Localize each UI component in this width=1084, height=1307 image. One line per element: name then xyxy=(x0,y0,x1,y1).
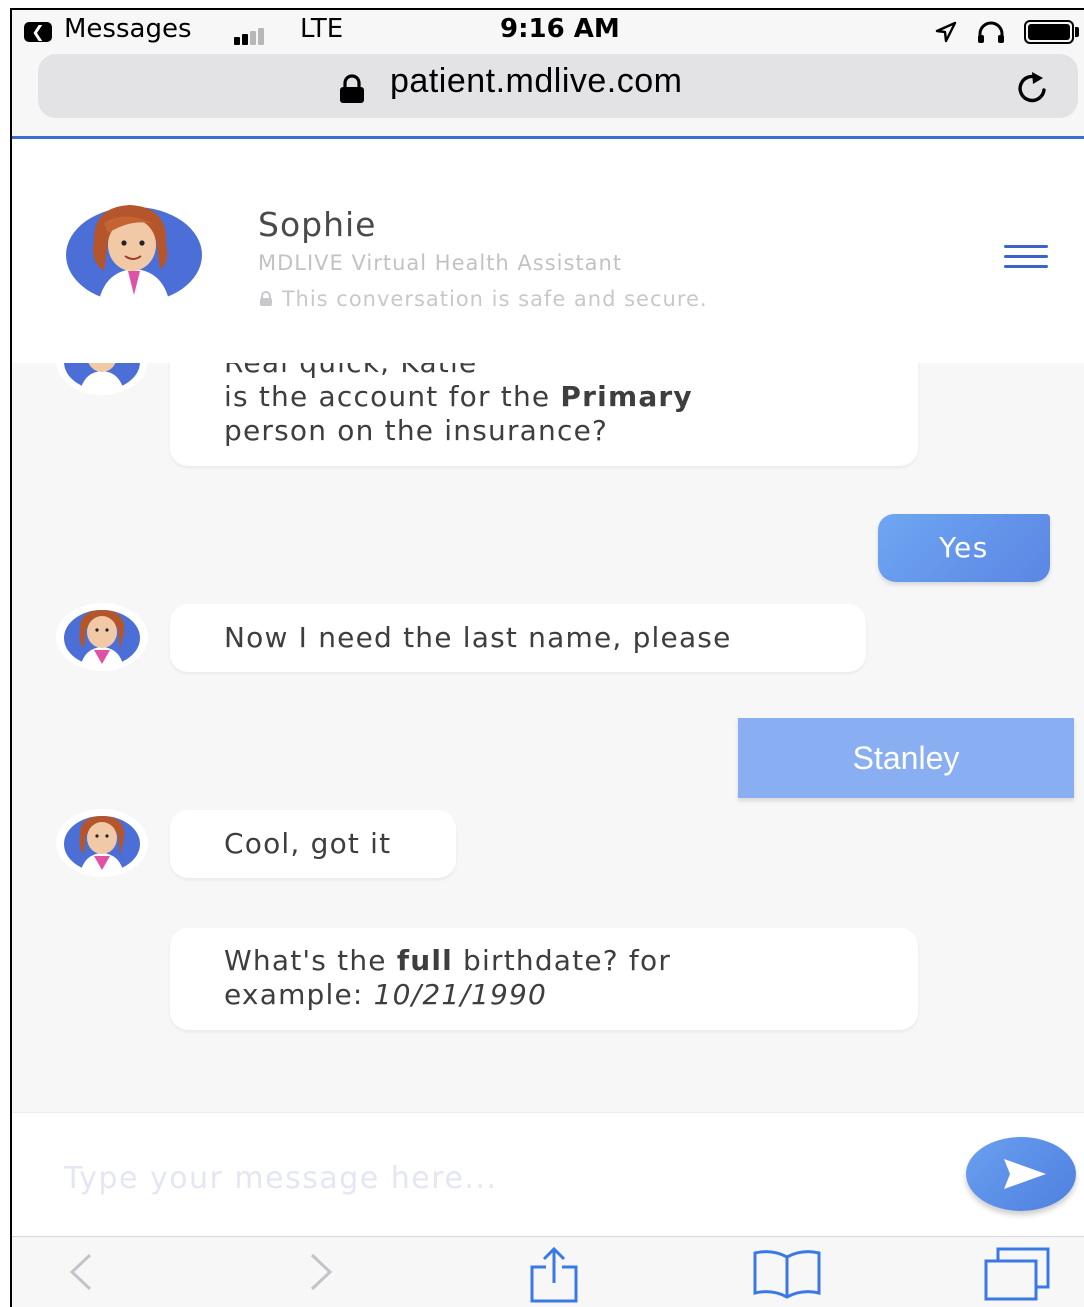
message-line: What's the full birthdate? for xyxy=(224,944,918,978)
lock-icon xyxy=(340,74,364,103)
user-message: Yes xyxy=(878,514,1050,582)
message-text: What's the xyxy=(224,944,397,977)
headphones-icon xyxy=(978,21,1004,43)
status-bar: ❮ Messages LTE 9:16 AM xyxy=(12,10,1084,50)
forward-icon[interactable] xyxy=(304,1247,338,1297)
assistant-role: MDLIVE Virtual Health Assistant xyxy=(258,251,623,275)
message-bold-text: full xyxy=(396,944,453,977)
address-bar[interactable]: patient.mdlive.com xyxy=(38,54,1078,118)
bot-message: Cool, got it xyxy=(170,810,456,878)
message-text: is the account for the xyxy=(224,380,561,413)
tabs-icon[interactable] xyxy=(982,1247,1052,1303)
menu-icon[interactable] xyxy=(1004,245,1048,275)
back-to-app-icon[interactable]: ❮ xyxy=(24,22,52,42)
assistant-avatar xyxy=(66,205,202,305)
send-button[interactable] xyxy=(966,1137,1076,1211)
back-app-label[interactable]: Messages xyxy=(64,14,192,44)
clock: 9:16 AM xyxy=(500,14,620,44)
assistant-avatar-small xyxy=(56,809,148,877)
secure-note: This conversation is safe and secure. xyxy=(258,287,708,311)
message-bold-text: Primary xyxy=(560,380,693,413)
bookmarks-icon[interactable] xyxy=(752,1247,822,1299)
share-icon[interactable] xyxy=(528,1247,580,1303)
message-text: birthdate? for xyxy=(452,944,672,977)
message-line: example: 10/21/1990 xyxy=(224,978,918,1012)
chat-header: Sophie MDLIVE Virtual Health Assistant T… xyxy=(12,139,1084,363)
back-icon[interactable] xyxy=(64,1247,98,1297)
message-text: example: xyxy=(224,978,374,1011)
reload-icon[interactable] xyxy=(1012,68,1052,108)
url-text[interactable]: patient.mdlive.com xyxy=(390,62,682,101)
signal-icon xyxy=(234,26,266,45)
assistant-name: Sophie xyxy=(258,205,377,244)
carrier-label: LTE xyxy=(300,14,344,44)
user-message: Stanley xyxy=(738,718,1074,798)
bot-message: Now I need the last name, please xyxy=(170,604,866,672)
small-lock-icon xyxy=(260,291,272,306)
location-arrow-icon xyxy=(935,21,957,43)
bot-message: What's the full birthdate? for example: … xyxy=(170,928,918,1030)
phone-screen: ❮ Messages LTE 9:16 AM patient.mdlive.co… xyxy=(10,8,1084,1307)
battery-tip xyxy=(1075,27,1079,37)
composer xyxy=(12,1112,1084,1237)
message-italic-text: 10/21/1990 xyxy=(373,978,548,1011)
message-input[interactable] xyxy=(62,1153,866,1203)
send-icon xyxy=(1004,1159,1046,1189)
message-line: is the account for the Primary xyxy=(224,380,918,414)
assistant-avatar-small xyxy=(56,603,148,671)
message-line: person on the insurance? xyxy=(224,414,609,447)
secure-note-text: This conversation is safe and secure. xyxy=(281,287,708,311)
browser-toolbar xyxy=(12,1236,1084,1307)
battery-icon xyxy=(1024,20,1074,44)
